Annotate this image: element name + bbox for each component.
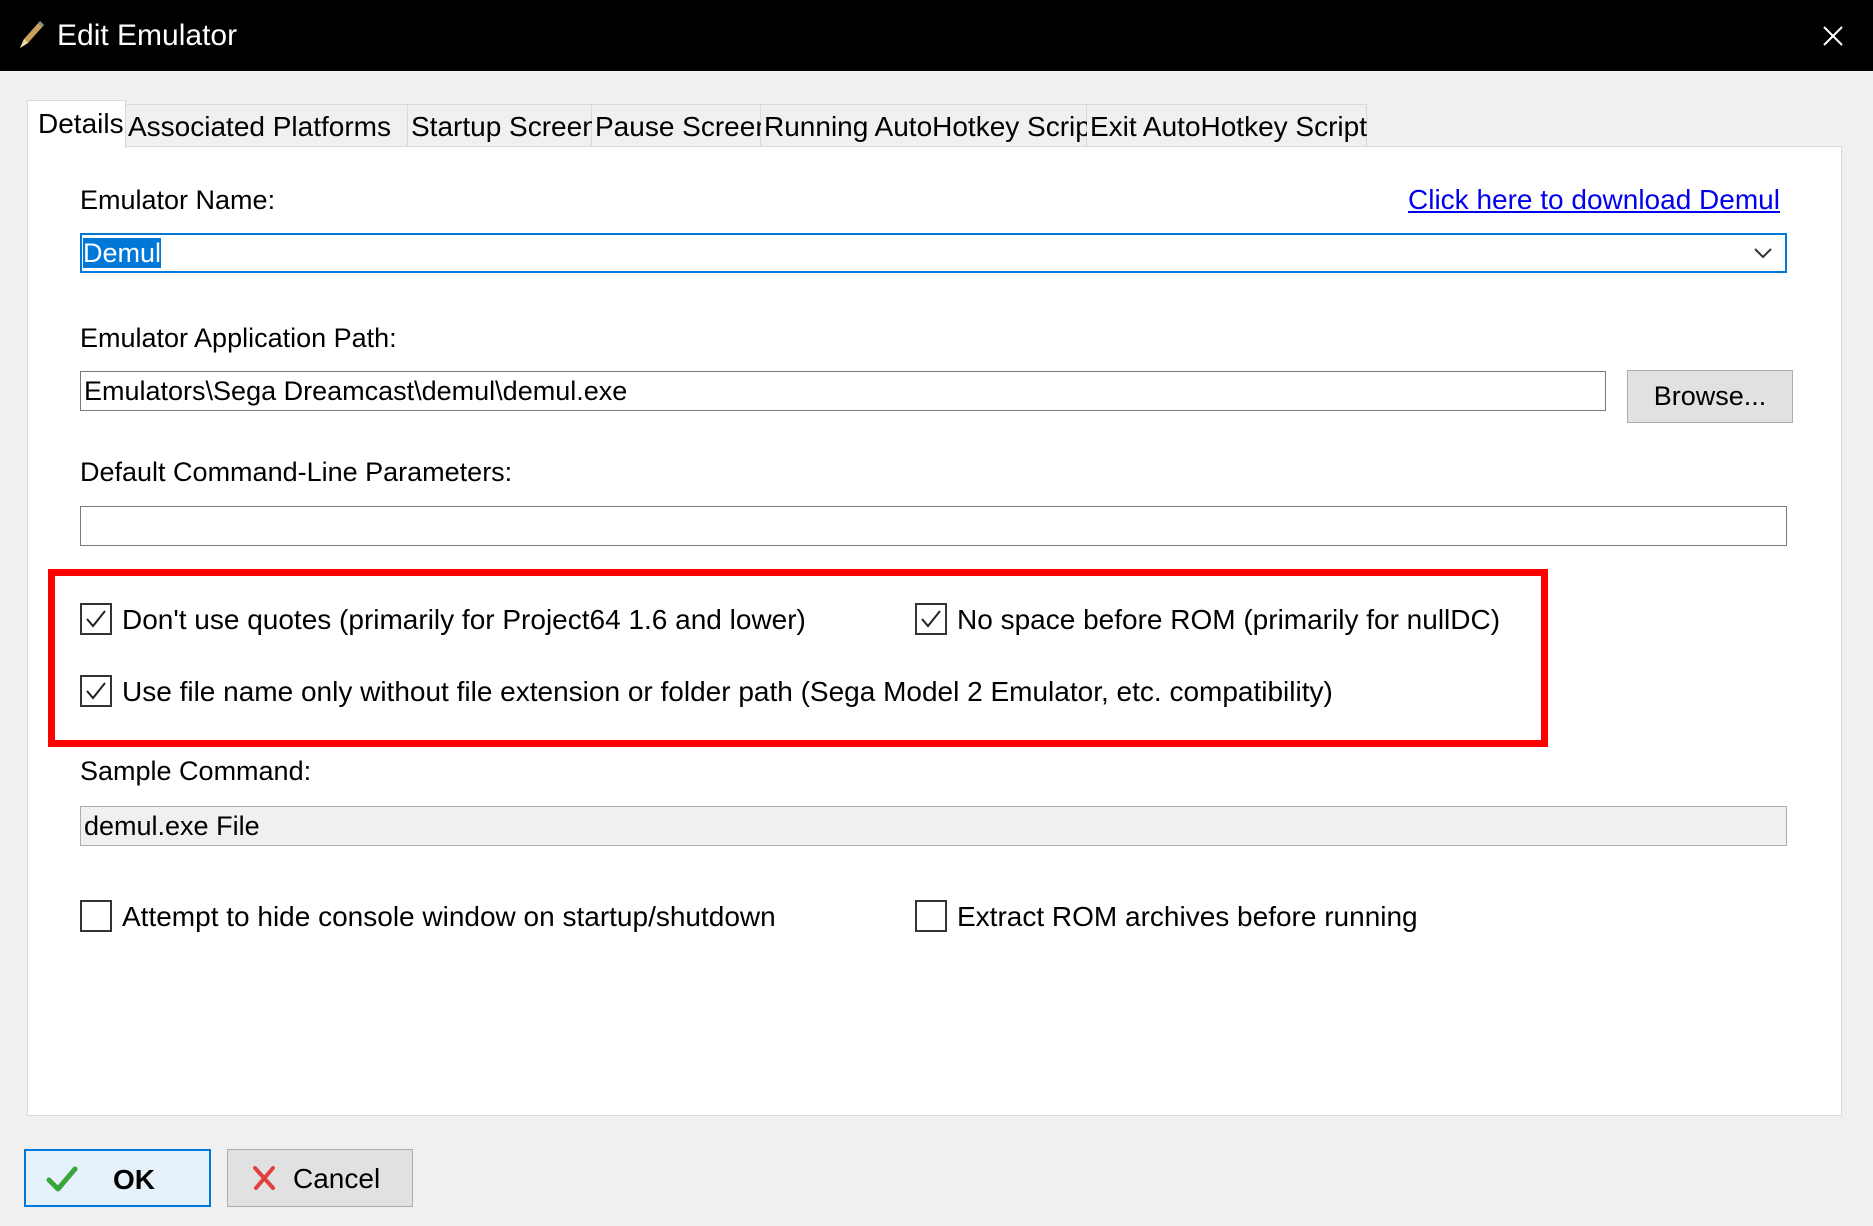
window-title: Edit Emulator xyxy=(57,19,238,52)
tab-associated-platforms[interactable]: Associated Platforms xyxy=(125,104,408,147)
check-icon xyxy=(86,682,106,700)
chevron-down-icon[interactable] xyxy=(1751,241,1775,265)
ok-label: OK xyxy=(113,1164,155,1195)
emulator-name-combo[interactable]: Demul xyxy=(80,233,1787,273)
highlight-box xyxy=(48,569,1548,747)
tab-exit-autohotkey-script[interactable]: Exit AutoHotkey Script xyxy=(1087,104,1367,147)
checkbox-box[interactable] xyxy=(915,900,947,932)
no-space-before-rom-label: No space before ROM (primarily for nullD… xyxy=(957,604,1501,635)
params-input[interactable] xyxy=(80,506,1787,546)
dont-use-quotes-label: Don't use quotes (primarily for Project6… xyxy=(122,604,806,635)
pencil-icon xyxy=(16,18,46,52)
checkbox-box[interactable] xyxy=(80,900,112,932)
title-bar: Edit Emulator xyxy=(0,0,1873,71)
checkmark-icon xyxy=(46,1166,78,1192)
cancel-button[interactable]: Cancel xyxy=(227,1149,413,1207)
params-label: Default Command-Line Parameters: xyxy=(80,457,513,487)
app-path-label: Emulator Application Path: xyxy=(80,323,397,353)
checkbox-box[interactable] xyxy=(80,603,112,635)
cancel-label: Cancel xyxy=(293,1163,381,1194)
emulator-name-value: Demul xyxy=(83,238,162,268)
tab-startup-screen[interactable]: Startup Screen xyxy=(408,104,598,147)
file-name-only-label: Use file name only without file extensio… xyxy=(122,676,1333,707)
sample-command-label: Sample Command: xyxy=(80,756,312,786)
x-icon xyxy=(253,1166,275,1190)
tab-running-autohotkey-script[interactable]: Running AutoHotkey Script xyxy=(761,104,1099,147)
check-icon xyxy=(921,610,941,628)
browse-button[interactable]: Browse... xyxy=(1627,370,1793,423)
sample-command-field: demul.exe File xyxy=(80,806,1787,846)
check-icon xyxy=(86,610,106,628)
app-path-input[interactable]: Emulators\Sega Dreamcast\demul\demul.exe xyxy=(80,371,1606,411)
download-link[interactable]: Click here to download Demul xyxy=(1408,183,1780,217)
close-icon xyxy=(1823,25,1843,46)
hide-console-label: Attempt to hide console window on startu… xyxy=(122,901,776,932)
tab-pause-screen[interactable]: Pause Screen xyxy=(592,104,771,147)
close-button[interactable] xyxy=(1793,0,1873,71)
extract-rom-label: Extract ROM archives before running xyxy=(957,901,1418,932)
checkbox-box[interactable] xyxy=(915,603,947,635)
checkbox-box[interactable] xyxy=(80,675,112,707)
ok-button[interactable]: OK xyxy=(24,1149,211,1207)
emulator-name-label: Emulator Name: xyxy=(80,185,276,215)
tab-details[interactable]: Details xyxy=(27,100,126,149)
